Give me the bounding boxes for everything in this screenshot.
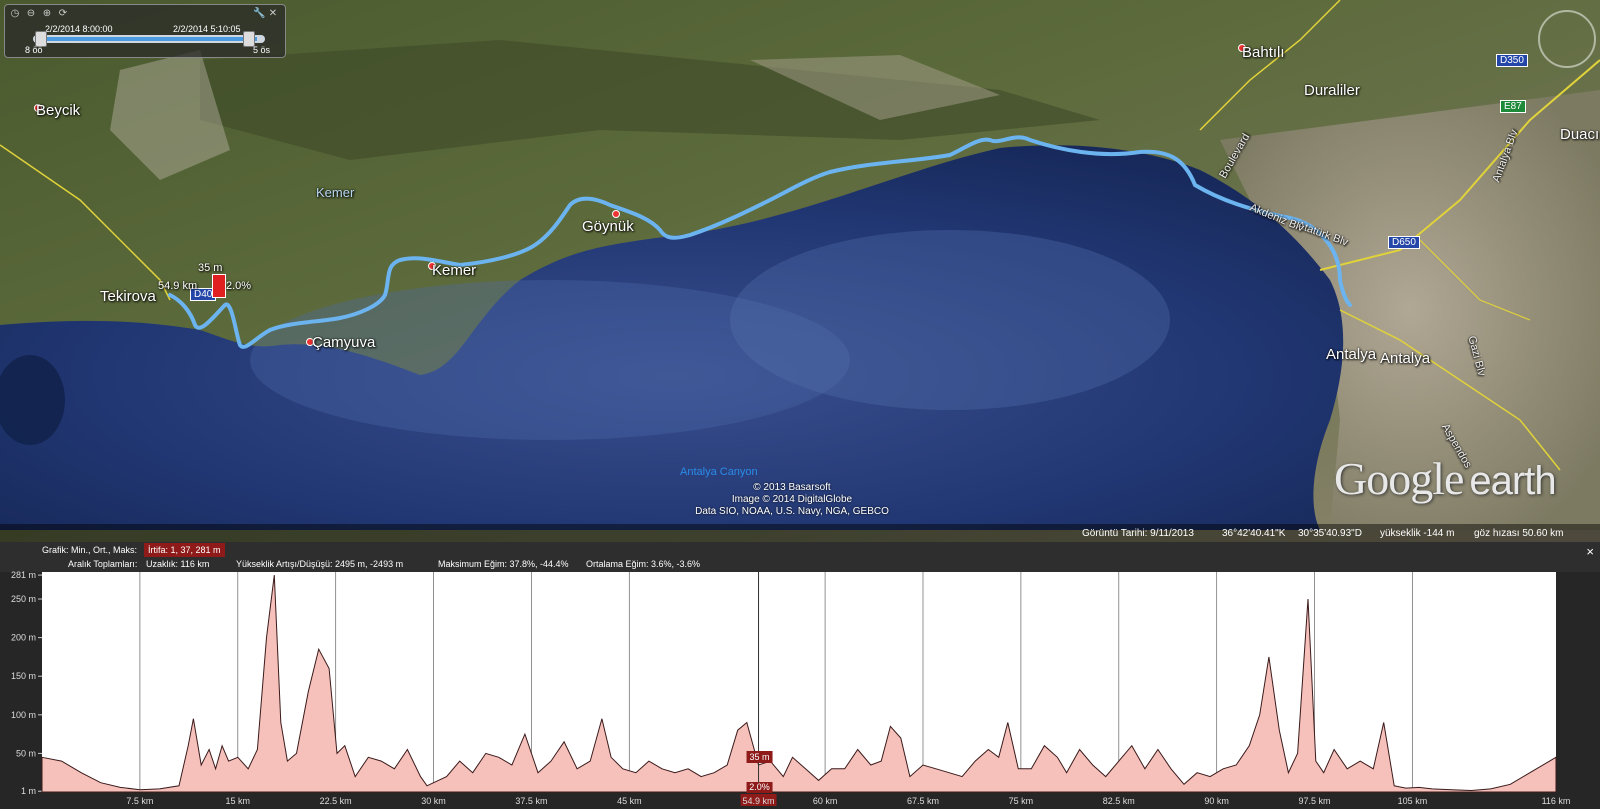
x-tick-label: 75 km (1009, 796, 1034, 806)
x-tick-label: 97.5 km (1299, 796, 1331, 806)
place-duraliler: Duraliler (1304, 82, 1360, 99)
place-kemer-district: Kemer (316, 185, 355, 200)
x-tick-label: 54.9 km (743, 796, 775, 806)
road-shield-d650: D650 (1388, 236, 1420, 249)
marker-elevation: 35 m (198, 262, 223, 274)
eye-altitude: göz hızası 50.60 km (1474, 528, 1564, 539)
marker-grade: 2.0% (226, 280, 252, 292)
x-tick-label: 60 km (813, 796, 838, 806)
zoom-out-icon[interactable]: ⊖ (25, 8, 37, 20)
map-view[interactable]: ◷ ⊖ ⊕ ⟳ 🔧 ✕ 2/2/2014 8:00:00 2/2/2014 5:… (0, 0, 1600, 542)
place-antalya-city: Antalya (1380, 350, 1431, 367)
y-tick-label: 1 m (21, 786, 36, 796)
elevation-readout: yükseklik -144 m (1380, 528, 1455, 539)
x-tick-label: 37.5 km (515, 796, 547, 806)
refresh-icon[interactable]: ⟳ (57, 8, 69, 20)
status-bar: Görüntü Tarihi: 9/11/2013 36°42'40.41"K … (0, 524, 1600, 542)
google-earth-logo: Google earth (1334, 453, 1557, 504)
copyright-line: © 2013 Basarsoft (753, 482, 831, 493)
tour-max-label: 5 ös (253, 45, 271, 55)
longitude: 30°35'40.93"D (1298, 528, 1362, 539)
place-camyuva: Çamyuva (312, 334, 376, 351)
x-tick-label: 67.5 km (907, 796, 939, 806)
compass-icon[interactable] (1538, 10, 1596, 68)
x-tick-label: 30 km (421, 796, 446, 806)
latitude: 36°42'40.41"K (1222, 528, 1286, 539)
elevation-profile-panel[interactable]: Grafik: Min., Ort., Maks: İrtifa: 1, 37,… (0, 542, 1600, 809)
y-tick-label: 150 m (11, 671, 36, 681)
place-beycik: Beycik (36, 102, 81, 119)
copyright-line: Image © 2014 DigitalGlobe (731, 494, 853, 505)
copyright-line: Data SIO, NOAA, U.S. Navy, NGA, GEBCO (695, 506, 889, 517)
road-shield-d350: D350 (1496, 54, 1528, 67)
zoom-in-icon[interactable]: ⊕ (41, 8, 53, 20)
x-tick-label: 105 km (1398, 796, 1428, 806)
x-tick-label: 7.5 km (126, 796, 153, 806)
tour-min-label: 8 öö (25, 45, 43, 55)
wrench-icon[interactable]: 🔧 (253, 8, 265, 20)
x-tick-label: 82.5 km (1103, 796, 1135, 806)
time-slider-track[interactable] (33, 35, 265, 43)
cursor-elevation-label: 35 m (750, 752, 770, 762)
tour-end-label: 2/2/2014 5:10:05 (173, 24, 241, 34)
y-tick-label: 50 m (16, 748, 36, 758)
road-shield-e87: E87 (1500, 100, 1526, 113)
marker-distance: 54.9 km (158, 280, 198, 292)
tour-time-slider[interactable]: ◷ ⊖ ⊕ ⟳ 🔧 ✕ 2/2/2014 8:00:00 2/2/2014 5:… (4, 4, 286, 58)
x-tick-label: 45 km (617, 796, 642, 806)
place-goynuk: Göynük (582, 218, 634, 235)
close-icon[interactable]: ✕ (267, 8, 279, 20)
place-kemer: Kemer (432, 262, 477, 279)
y-tick-label: 100 m (11, 710, 36, 720)
cursor-grade-label: 2.0% (749, 782, 770, 792)
clock-icon[interactable]: ◷ (9, 8, 21, 20)
imagery-copyright: © 2013 Basarsoft Image © 2014 DigitalGlo… (682, 482, 902, 518)
tour-start-label: 2/2/2014 8:00:00 (45, 24, 113, 34)
x-tick-label: 90 km (1204, 796, 1229, 806)
place-duaci: Duacı (1560, 126, 1600, 143)
route-position-marker[interactable] (212, 274, 226, 298)
y-tick-label: 200 m (11, 633, 36, 643)
y-tick-label: 281 m (11, 570, 36, 580)
place-bahtili: Bahtılı (1242, 44, 1285, 61)
place-pin (612, 210, 620, 218)
x-tick-label: 116 km (1542, 796, 1571, 806)
imagery-date: Görüntü Tarihi: 9/11/2013 (1082, 528, 1194, 539)
place-tekirova: Tekirova (100, 288, 156, 305)
x-tick-label: 22.5 km (320, 796, 352, 806)
place-antalya-canyon: Antalya Canyon (680, 466, 758, 478)
place-antalya: Antalya (1326, 346, 1377, 363)
y-tick-label: 250 m (11, 594, 36, 604)
elevation-chart[interactable]: 281 m 250 m 200 m 150 m 100 m 50 m 1 m 7.5 km 15… (0, 542, 1600, 809)
x-tick-label: 15 km (226, 796, 251, 806)
